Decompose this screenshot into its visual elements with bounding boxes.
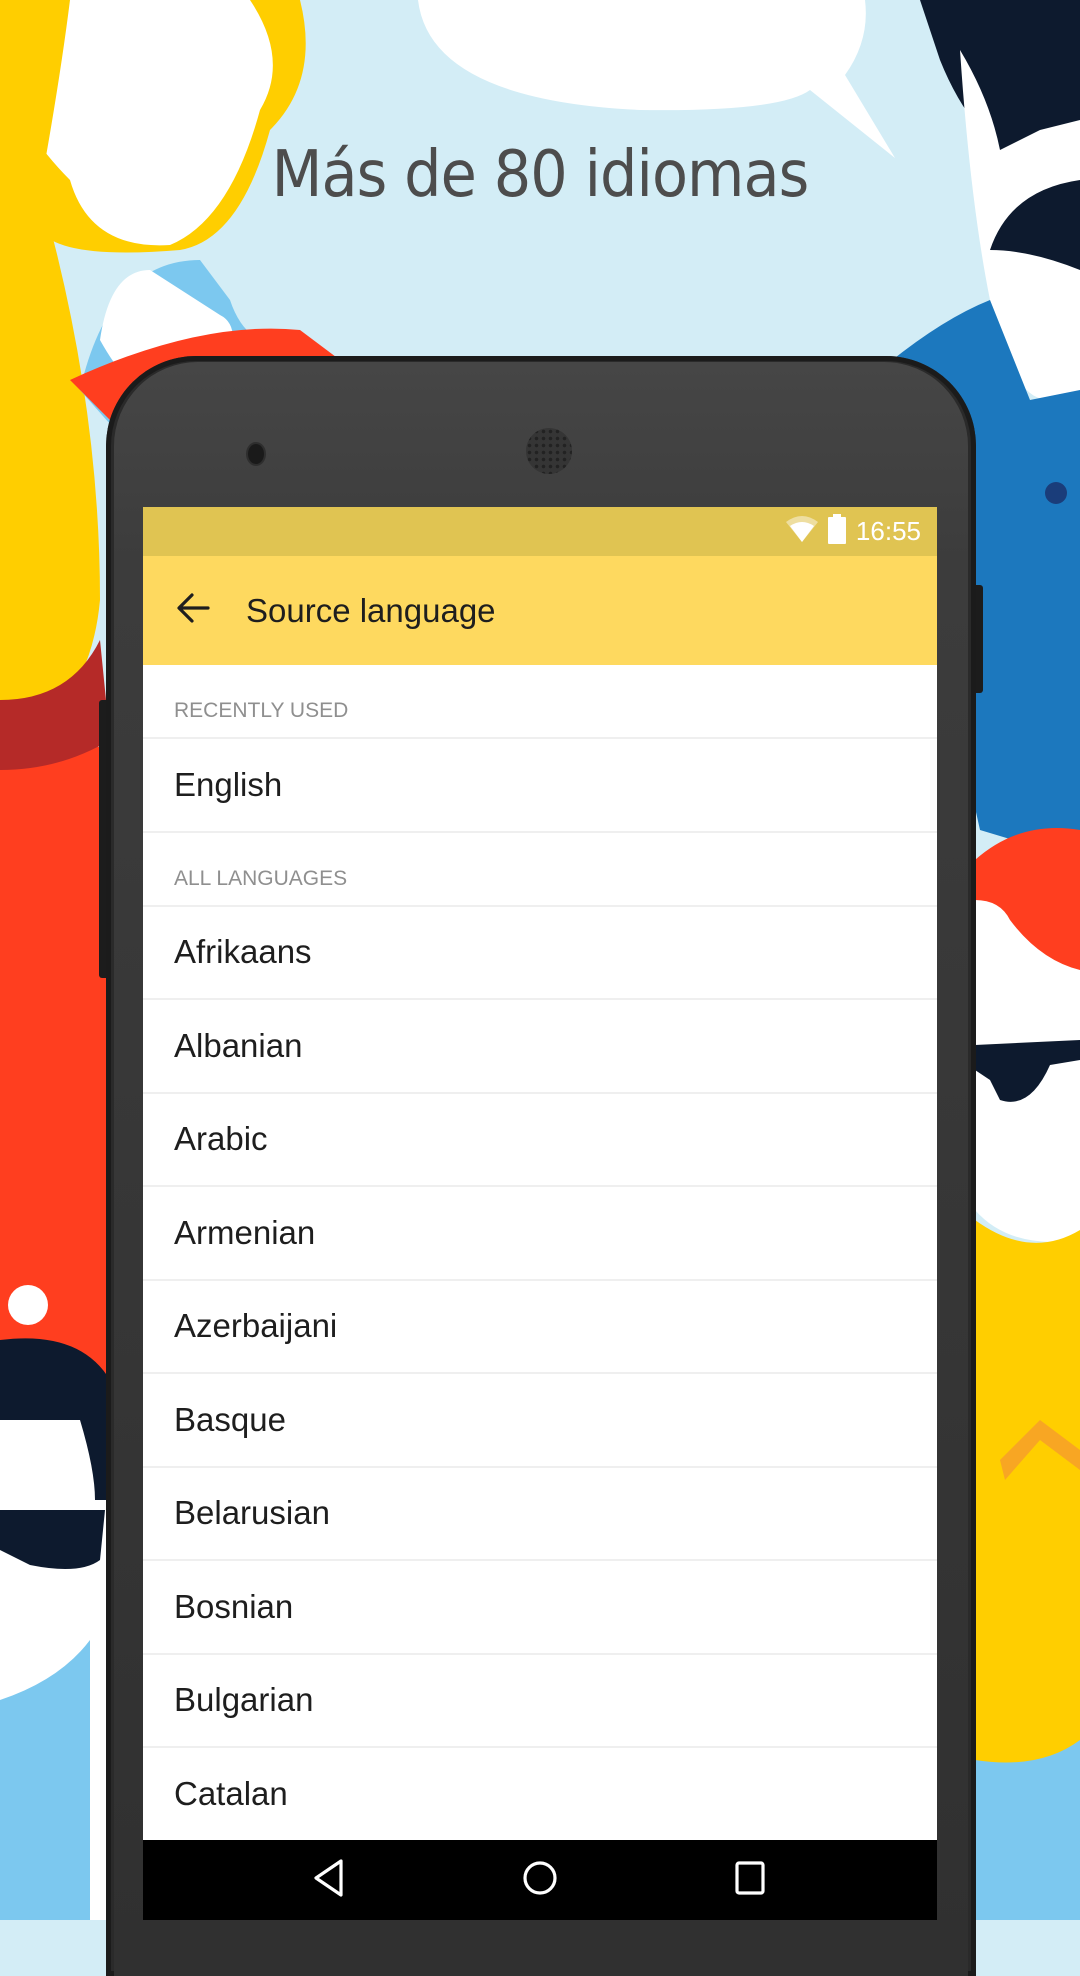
language-item[interactable]: Albanian [143,1000,937,1094]
battery-icon [827,514,846,549]
system-nav-bar [143,1840,937,1920]
language-item[interactable]: Afrikaans [143,907,937,1000]
back-triangle-icon [311,1858,347,1903]
nav-home-button[interactable] [510,1850,570,1910]
language-item[interactable]: Armenian [143,1187,937,1281]
app-toolbar: Source language [143,556,937,665]
home-circle-icon [520,1858,560,1903]
language-item-english[interactable]: English [143,739,937,833]
status-time: 16:55 [855,516,921,546]
section-header-recently-used: RECENTLY USED [143,665,937,739]
front-camera-icon [248,444,264,464]
status-bar: 16:55 [143,507,937,556]
nav-back-button[interactable] [299,1850,359,1910]
volume-button [99,700,106,978]
language-item[interactable]: Bulgarian [143,1655,937,1748]
language-item[interactable]: Belarusian [143,1468,937,1561]
recents-square-icon [733,1860,769,1901]
nav-recents-button[interactable] [721,1850,781,1910]
language-item[interactable]: Bosnian [143,1561,937,1655]
phone-screen: 16:55 Source language RECENTLY USED Engl… [143,507,937,1920]
language-item[interactable]: Catalan [143,1748,937,1842]
promo-headline: Más de 80 idiomas [271,138,810,212]
arrow-left-icon [176,593,210,628]
earpiece-speaker-icon [526,428,572,474]
section-header-all-languages: ALL LANGUAGES [143,833,937,907]
power-button [976,585,983,693]
language-item[interactable]: Basque [143,1374,937,1468]
language-list[interactable]: RECENTLY USED English ALL LANGUAGES Afri… [143,665,937,1842]
back-button[interactable] [143,556,243,665]
language-item[interactable]: Arabic [143,1094,937,1187]
language-item[interactable]: Azerbaijani [143,1281,937,1374]
wifi-icon [785,516,818,547]
page-title: Source language [246,591,496,629]
